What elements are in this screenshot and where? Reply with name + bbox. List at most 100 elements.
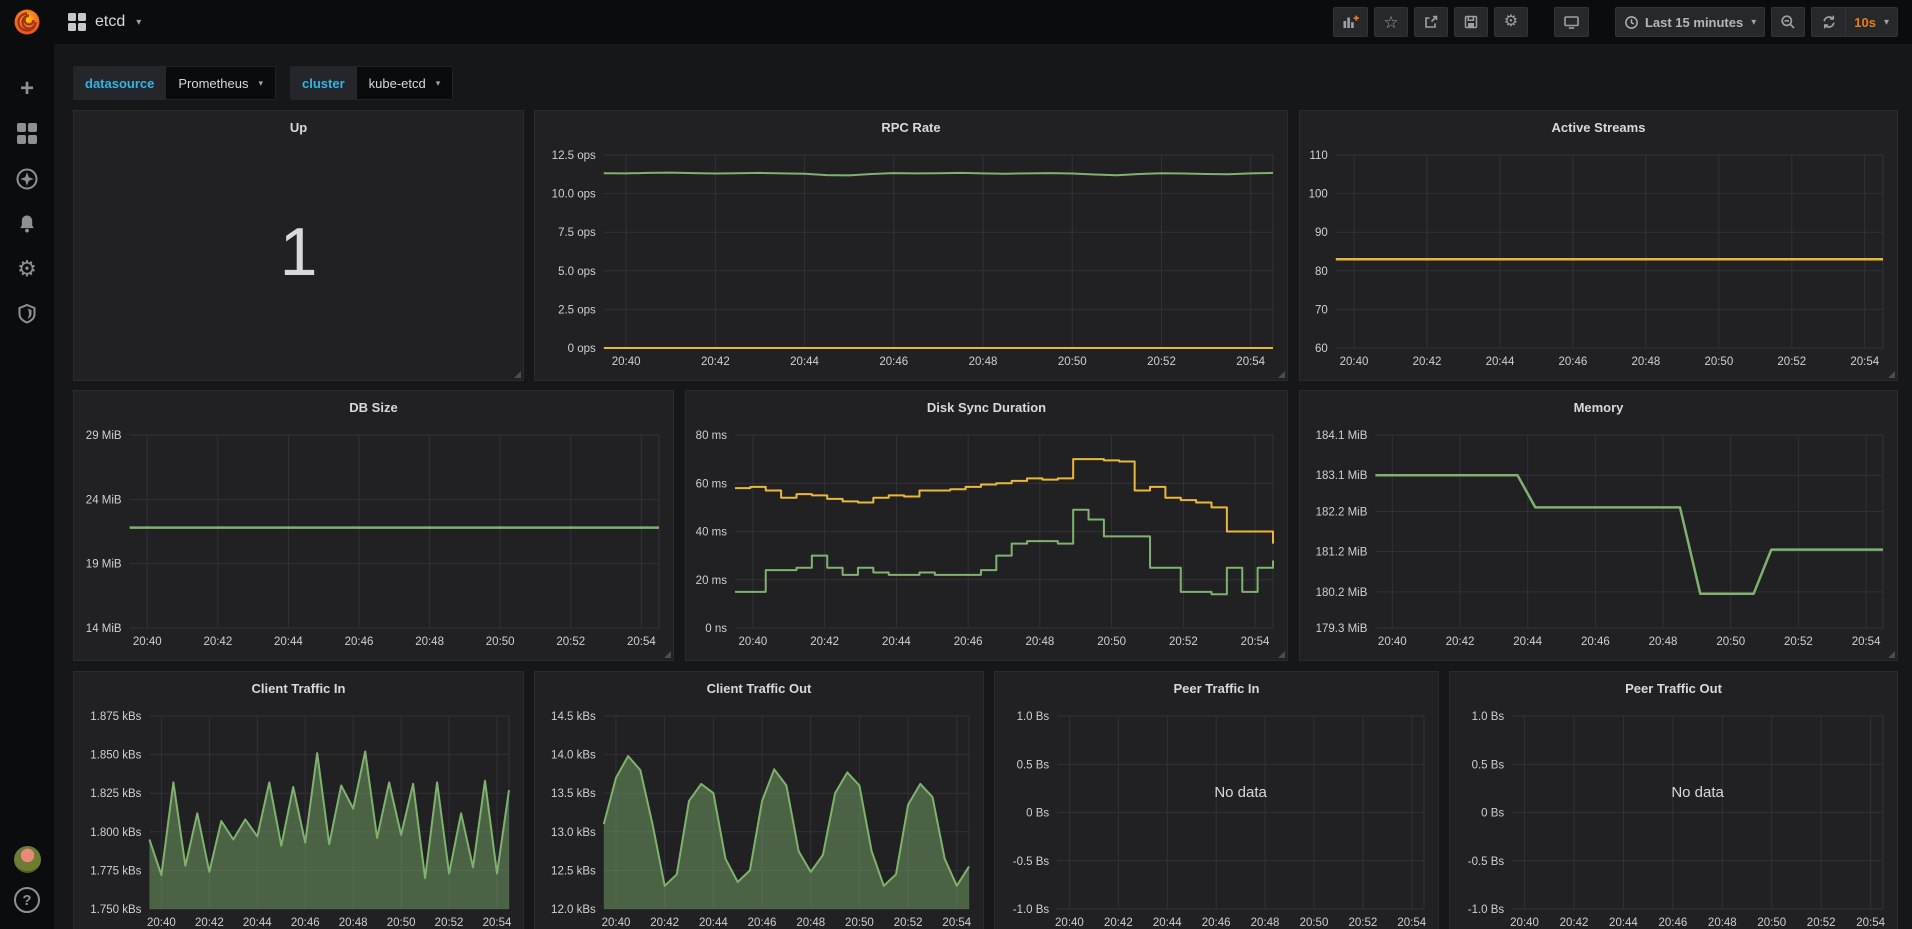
svg-text:60: 60 [1315,343,1328,355]
panel-title[interactable]: Up [74,111,523,137]
chart-streams[interactable]: 1101009080706020:4020:4220:4420:4620:482… [1300,137,1897,374]
svg-text:20:40: 20:40 [1340,356,1369,368]
refresh-interval-dropdown[interactable]: 10s ▾ [1845,7,1898,37]
svg-text:13.5 kBs: 13.5 kBs [551,788,596,800]
panel-resize-handle[interactable] [1278,651,1285,658]
sidebar-item-dashboards[interactable] [0,111,54,156]
panel-title[interactable]: Peer Traffic In [995,672,1438,698]
panel-title[interactable]: Active Streams [1300,111,1897,137]
refresh-icon [1821,14,1837,30]
save-button[interactable] [1454,7,1488,37]
panel-resize-handle[interactable] [1888,651,1895,658]
panel-streams: Active Streams1101009080706020:4020:4220… [1299,110,1898,381]
refresh-button[interactable] [1811,7,1845,37]
svg-text:1.750 kBs: 1.750 kBs [90,904,141,916]
svg-text:20:46: 20:46 [345,636,374,648]
grafana-logo[interactable] [0,7,54,37]
svg-text:20:42: 20:42 [1104,917,1133,929]
compass-icon [15,167,39,191]
svg-text:20:44: 20:44 [274,636,303,648]
svg-text:No data: No data [1214,784,1267,801]
svg-text:20:52: 20:52 [1169,636,1198,648]
svg-text:20:44: 20:44 [1513,636,1542,648]
svg-text:20:50: 20:50 [486,636,515,648]
svg-text:-0.5 Bs: -0.5 Bs [1013,856,1050,868]
help-button[interactable]: ? [14,887,40,913]
sidebar-item-explore[interactable] [0,156,54,201]
panel-db: DB Size29 MiB24 MiB19 MiB14 MiB20:4020:4… [73,390,674,661]
variable-cluster-dropdown[interactable]: kube-etcd ▾ [357,66,454,100]
share-icon [1423,14,1439,30]
sidebar-item-configuration[interactable]: ⚙ [0,246,54,291]
refresh-interval-label: 10s [1854,15,1876,30]
panel-title[interactable]: Memory [1300,391,1897,417]
panel-resize-handle[interactable] [664,651,671,658]
svg-text:7.5 ops: 7.5 ops [558,227,596,239]
variable-datasource-dropdown[interactable]: Prometheus ▾ [166,66,276,100]
time-range-label: Last 15 minutes [1645,15,1743,30]
panel-title[interactable]: Peer Traffic Out [1450,672,1897,698]
svg-text:24 MiB: 24 MiB [86,494,122,506]
svg-text:20:46: 20:46 [748,917,777,929]
dashboards-icon [17,123,38,144]
sidebar-item-create[interactable]: + [0,66,54,111]
add-panel-button[interactable] [1333,7,1368,37]
svg-text:20 ms: 20 ms [696,575,728,587]
svg-text:20:50: 20:50 [1300,917,1329,929]
panel-title[interactable]: RPC Rate [535,111,1287,137]
chart-mem[interactable]: 184.1 MiB183.1 MiB182.2 MiB181.2 MiB180.… [1300,417,1897,654]
chart-disk[interactable]: 80 ms60 ms40 ms20 ms0 ns20:4020:4220:442… [686,417,1287,654]
share-button[interactable] [1414,7,1448,37]
chart-cto[interactable]: 14.5 kBs14.0 kBs13.5 kBs13.0 kBs12.5 kBs… [535,698,983,929]
panel-title[interactable]: Client Traffic Out [535,672,983,698]
sidebar: + ⚙ ? [0,44,54,929]
panel-resize-handle[interactable] [1888,371,1895,378]
time-range-picker[interactable]: Last 15 minutes ▾ [1615,7,1765,37]
svg-text:20:46: 20:46 [879,356,908,368]
gear-icon: ⚙ [17,258,37,280]
panel-resize-handle[interactable] [514,371,521,378]
tv-mode-button[interactable] [1554,7,1589,37]
zoom-out-button[interactable] [1771,7,1805,37]
svg-text:20:46: 20:46 [1658,917,1687,929]
svg-text:0.5 Bs: 0.5 Bs [1472,759,1505,771]
refresh-group: 10s ▾ [1811,7,1898,37]
template-variables: datasource Prometheus ▾ cluster kube-etc… [73,66,453,100]
svg-text:-1.0 Bs: -1.0 Bs [1013,904,1050,916]
svg-text:20:44: 20:44 [1486,356,1515,368]
chart-cti[interactable]: 1.875 kBs1.850 kBs1.825 kBs1.800 kBs1.77… [74,698,523,929]
svg-text:20:50: 20:50 [1704,356,1733,368]
panel-title[interactable]: Client Traffic In [74,672,523,698]
svg-text:20:42: 20:42 [203,636,232,648]
sidebar-item-alerting[interactable] [0,201,54,246]
sidebar-item-server-admin[interactable] [0,291,54,336]
add-panel-icon [1342,14,1359,30]
svg-text:20:48: 20:48 [796,917,825,929]
svg-text:20:42: 20:42 [1446,636,1475,648]
chart-db[interactable]: 29 MiB24 MiB19 MiB14 MiB20:4020:4220:442… [74,417,673,654]
panel-mem: Memory184.1 MiB183.1 MiB182.2 MiB181.2 M… [1299,390,1898,661]
svg-text:20:46: 20:46 [1581,636,1610,648]
panel-resize-handle[interactable] [1278,371,1285,378]
star-button[interactable]: ☆ [1374,7,1408,37]
svg-text:1.850 kBs: 1.850 kBs [90,750,141,762]
svg-text:20:50: 20:50 [1757,917,1786,929]
panel-pto: Peer Traffic Out1.0 Bs0.5 Bs0 Bs-0.5 Bs-… [1449,671,1898,929]
svg-text:20:44: 20:44 [882,636,911,648]
panel-title[interactable]: DB Size [74,391,673,417]
svg-text:20:46: 20:46 [1202,917,1231,929]
user-avatar[interactable] [14,846,41,873]
chart-rpc[interactable]: 12.5 ops10.0 ops7.5 ops5.0 ops2.5 ops0 o… [535,137,1287,374]
dashboard-settings-button[interactable]: ⚙ [1494,7,1528,37]
chart-pto[interactable]: 1.0 Bs0.5 Bs0 Bs-0.5 Bs-1.0 Bs20:4020:42… [1450,698,1897,929]
svg-text:20:40: 20:40 [147,917,176,929]
svg-text:1.825 kBs: 1.825 kBs [90,788,141,800]
panel-title[interactable]: Disk Sync Duration [686,391,1287,417]
svg-text:20:40: 20:40 [1055,917,1084,929]
dashboard-title[interactable]: etcd ▾ [68,13,141,31]
chart-pti[interactable]: 1.0 Bs0.5 Bs0 Bs-0.5 Bs-1.0 Bs20:4020:42… [995,698,1438,929]
svg-text:20:48: 20:48 [339,917,368,929]
gear-icon: ⚙ [1504,14,1518,30]
svg-text:20:42: 20:42 [1413,356,1442,368]
svg-text:20:52: 20:52 [556,636,585,648]
